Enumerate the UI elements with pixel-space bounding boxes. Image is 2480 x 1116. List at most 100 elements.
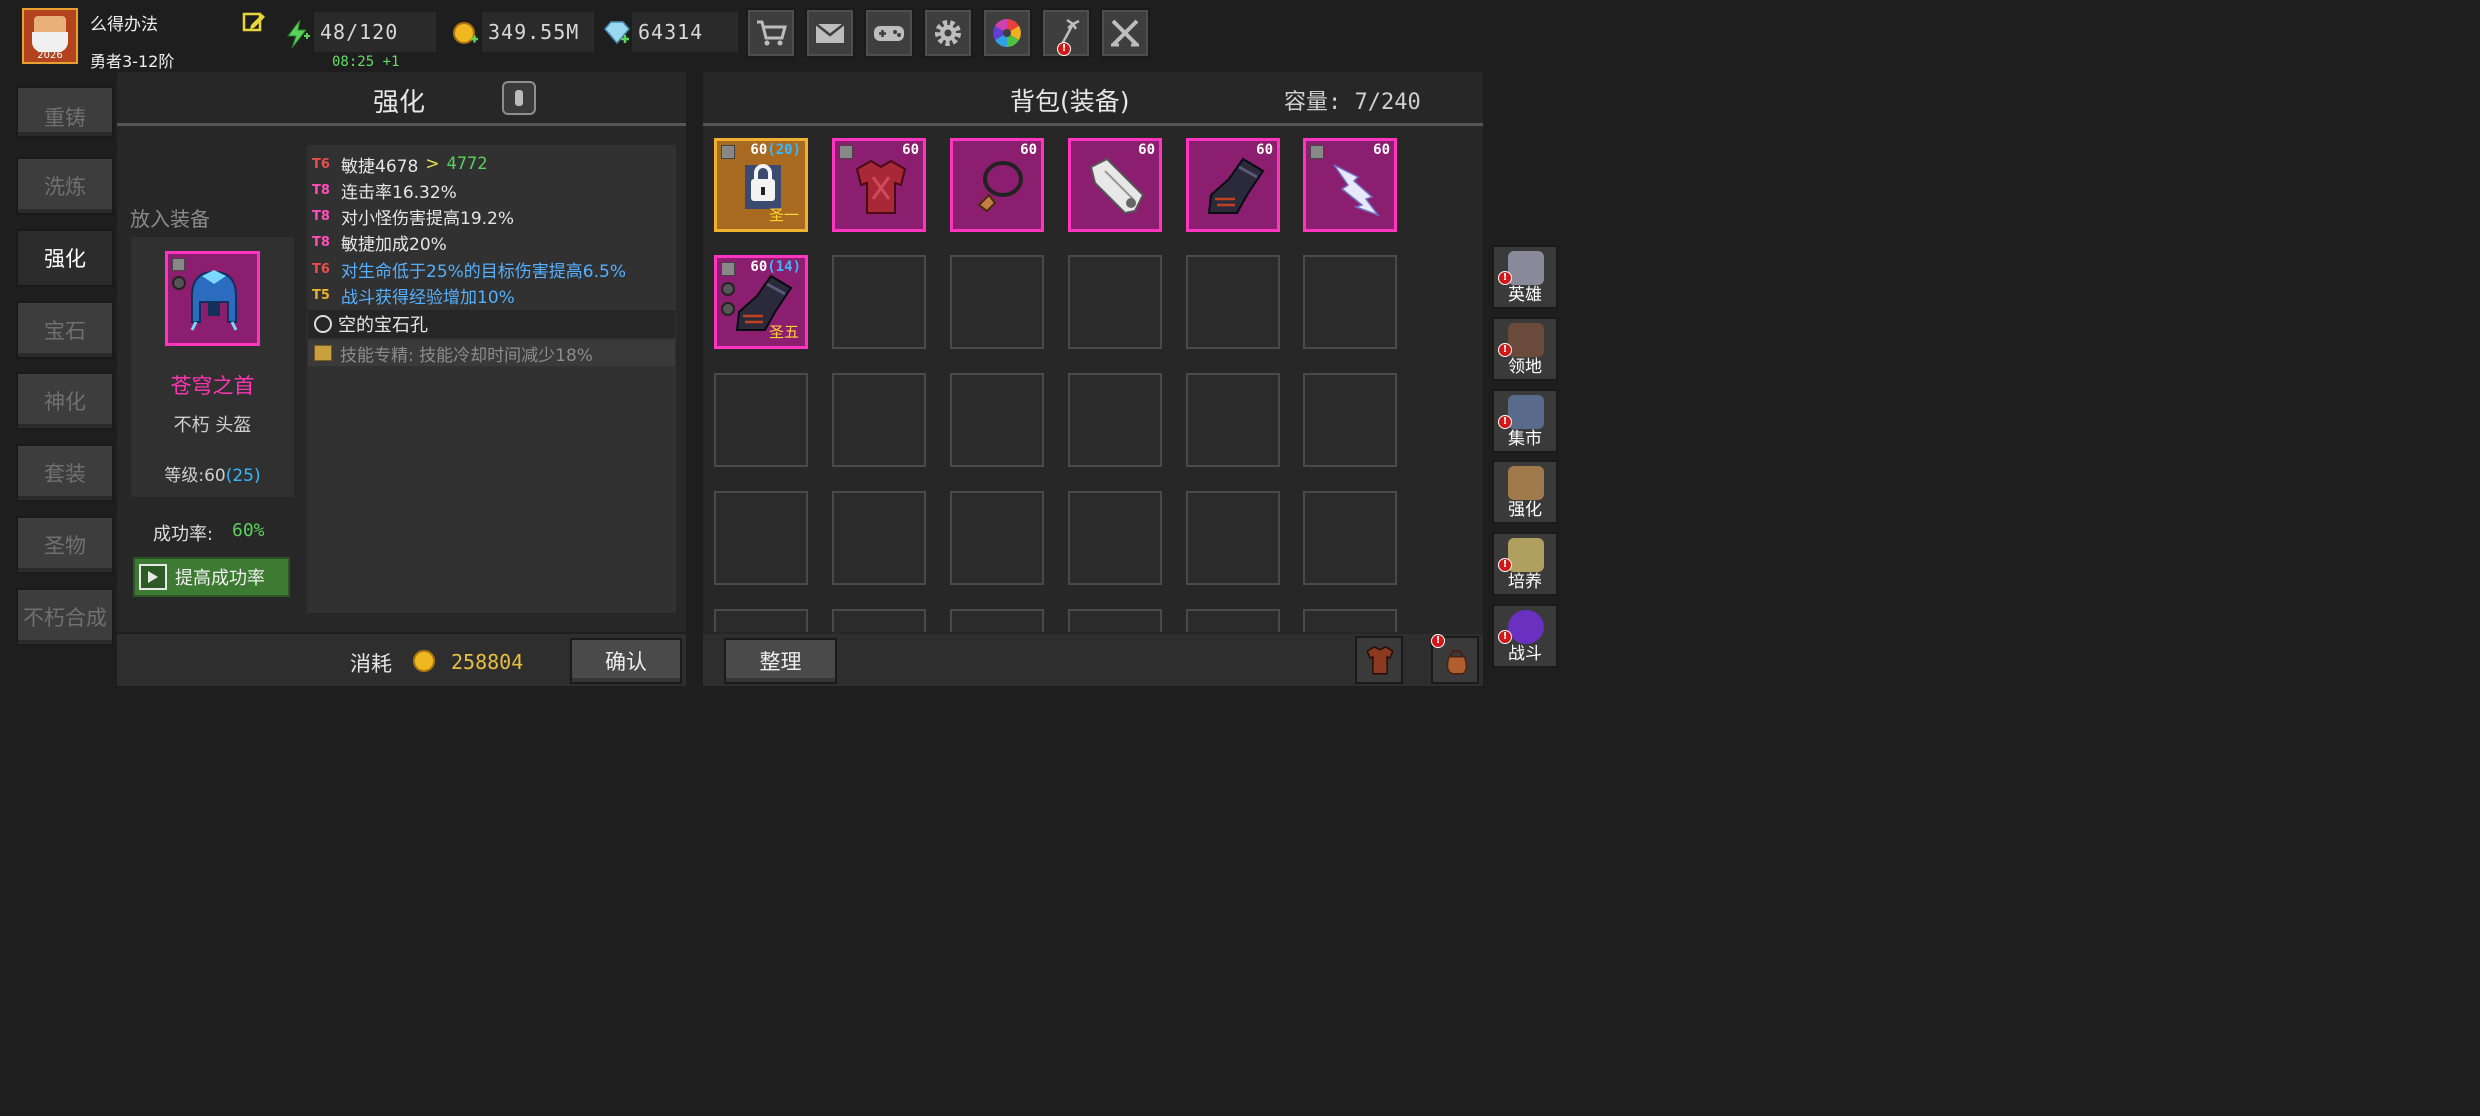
inventory-slot-empty[interactable] <box>832 255 926 349</box>
inventory-slot-empty[interactable] <box>1303 373 1397 467</box>
nav-relic-label: 圣物 <box>44 534 86 558</box>
inventory-slot-empty[interactable] <box>1068 373 1162 467</box>
mail-button[interactable] <box>805 8 855 58</box>
skill-mastery-text: 技能专精: 技能冷却时间减少18% <box>340 345 593 366</box>
equipment-level-bonus: (25) <box>225 466 261 486</box>
sort-label: 整理 <box>759 650 802 674</box>
stat-row: T5 战斗获得经验增加10% <box>312 283 515 308</box>
inventory-slot-empty[interactable] <box>950 373 1044 467</box>
stat-tier: T5 <box>312 287 330 303</box>
color-wheel-button[interactable] <box>982 8 1032 58</box>
player-avatar[interactable]: 2026 <box>22 8 78 64</box>
nav-immortal-synth[interactable]: 不朽合成 <box>16 588 114 646</box>
gamepad-button[interactable] <box>864 8 914 58</box>
helmet-icon <box>190 270 238 331</box>
confirm-button[interactable]: 确认 <box>570 638 682 684</box>
diamond-icon <box>604 21 630 45</box>
boost-success-button[interactable]: 提高成功率 <box>133 557 290 597</box>
success-rate-value: 60% <box>232 520 265 541</box>
place-equipment-label: 放入装备 <box>130 207 210 231</box>
coin-icon <box>413 650 435 672</box>
nav-enhance[interactable]: 强化 <box>16 229 114 287</box>
inventory-slot[interactable]: 60(20) 圣一 <box>714 138 808 232</box>
inventory-slot-empty[interactable] <box>1303 609 1397 632</box>
ad-video-icon <box>139 564 167 590</box>
inventory-slot-empty[interactable] <box>1186 373 1280 467</box>
inventory-slot-empty[interactable] <box>1186 609 1280 632</box>
inventory-slot-empty[interactable] <box>950 491 1044 585</box>
rnav-territory[interactable]: ! 领地 <box>1492 317 1558 381</box>
nav-gem[interactable]: 宝石 <box>16 301 114 359</box>
fireworks-button[interactable]: ! <box>1041 8 1091 58</box>
shop-button[interactable] <box>746 8 796 58</box>
inventory-slot-empty[interactable] <box>714 609 808 632</box>
empty-gem-socket-label: 空的宝石孔 <box>338 315 428 336</box>
inventory-slot-empty[interactable] <box>950 255 1044 349</box>
stat-row: T8 敏捷加成20% <box>312 230 447 255</box>
rnav-battle[interactable]: ! 战斗 <box>1492 604 1558 668</box>
boost-success-label: 提高成功率 <box>175 568 265 589</box>
inventory-slot-empty[interactable] <box>1186 255 1280 349</box>
inventory-slot-empty[interactable] <box>1068 255 1162 349</box>
info-icon <box>515 90 523 106</box>
nav-set-label: 套装 <box>44 462 86 486</box>
battle-button[interactable] <box>1100 8 1150 58</box>
rnav-enhance-label: 强化 <box>1508 500 1542 520</box>
avatar-year: 2026 <box>37 50 63 61</box>
inventory-slot-empty[interactable] <box>1303 255 1397 349</box>
energy-timer: 08:25 +1 <box>332 54 400 70</box>
inventory-slot[interactable]: 60 <box>1068 138 1162 232</box>
success-rate-label: 成功率: <box>153 524 214 545</box>
stat-text: 对小怪伤害提高19.2% <box>341 208 515 229</box>
inventory-slot[interactable]: 60 <box>950 138 1044 232</box>
stat-text: 敏捷4678 <box>341 156 419 177</box>
inventory-slot-empty[interactable] <box>1186 491 1280 585</box>
energy-icon <box>287 20 310 48</box>
confirm-label: 确认 <box>605 650 647 674</box>
nav-deify[interactable]: 神化 <box>16 372 114 430</box>
stat-text: 连击率16.32% <box>341 182 457 203</box>
edit-icon[interactable] <box>242 10 266 34</box>
inventory-slot[interactable]: 60 <box>1186 138 1280 232</box>
info-button[interactable] <box>502 81 536 115</box>
stat-tier: T8 <box>312 234 330 250</box>
lightning-sword-icon <box>1333 164 1381 217</box>
backpack-title: 背包(装备) <box>1010 87 1130 116</box>
backpack-divider <box>703 123 1483 126</box>
enhance-divider <box>117 123 686 126</box>
material-filter-button[interactable]: ! <box>1431 634 1479 684</box>
empty-gem-socket[interactable]: 空的宝石孔 <box>308 310 675 338</box>
stat-tier: T6 <box>312 156 330 172</box>
inventory-slot-empty[interactable] <box>1068 609 1162 632</box>
nav-recast[interactable]: 重铸 <box>16 86 114 138</box>
inventory-slot-empty[interactable] <box>1068 491 1162 585</box>
stat-tier: T6 <box>312 261 330 277</box>
nav-refine[interactable]: 洗炼 <box>16 157 114 215</box>
sort-button[interactable]: 整理 <box>724 638 837 684</box>
holy-tier-badge: 圣五 <box>768 323 799 341</box>
inventory-slot[interactable]: 60 <box>1303 138 1397 232</box>
settings-button[interactable] <box>923 8 973 58</box>
inventory-slot-empty[interactable] <box>714 373 808 467</box>
inventory-slot-empty[interactable] <box>950 609 1044 632</box>
rnav-market[interactable]: ! 集市 <box>1492 389 1558 453</box>
nav-relic[interactable]: 圣物 <box>16 516 114 574</box>
gear-icon <box>935 20 961 46</box>
rnav-enhance[interactable]: 强化 <box>1492 460 1558 524</box>
inventory-slot-empty[interactable] <box>1303 491 1397 585</box>
inventory-slot-empty[interactable] <box>832 491 926 585</box>
inventory-slot-empty[interactable] <box>832 609 926 632</box>
inventory-slot[interactable]: 60 <box>832 138 926 232</box>
color-wheel-icon <box>993 19 1021 47</box>
skill-book-icon <box>314 345 332 361</box>
inventory-slot-empty[interactable] <box>714 491 808 585</box>
equipment-slot[interactable] <box>165 251 260 346</box>
inventory-slot[interactable]: 60(14) 圣五 <box>714 255 808 349</box>
dark-gauntlet-icon <box>1207 157 1265 214</box>
rnav-hero[interactable]: ! 英雄 <box>1492 245 1558 309</box>
rnav-cultivate[interactable]: ! 培养 <box>1492 532 1558 596</box>
inventory-slot-empty[interactable] <box>832 373 926 467</box>
nav-set[interactable]: 套装 <box>16 444 114 502</box>
equipment-filter-button[interactable] <box>1355 636 1403 684</box>
equipment-level: 等级:60(25) <box>131 461 294 486</box>
